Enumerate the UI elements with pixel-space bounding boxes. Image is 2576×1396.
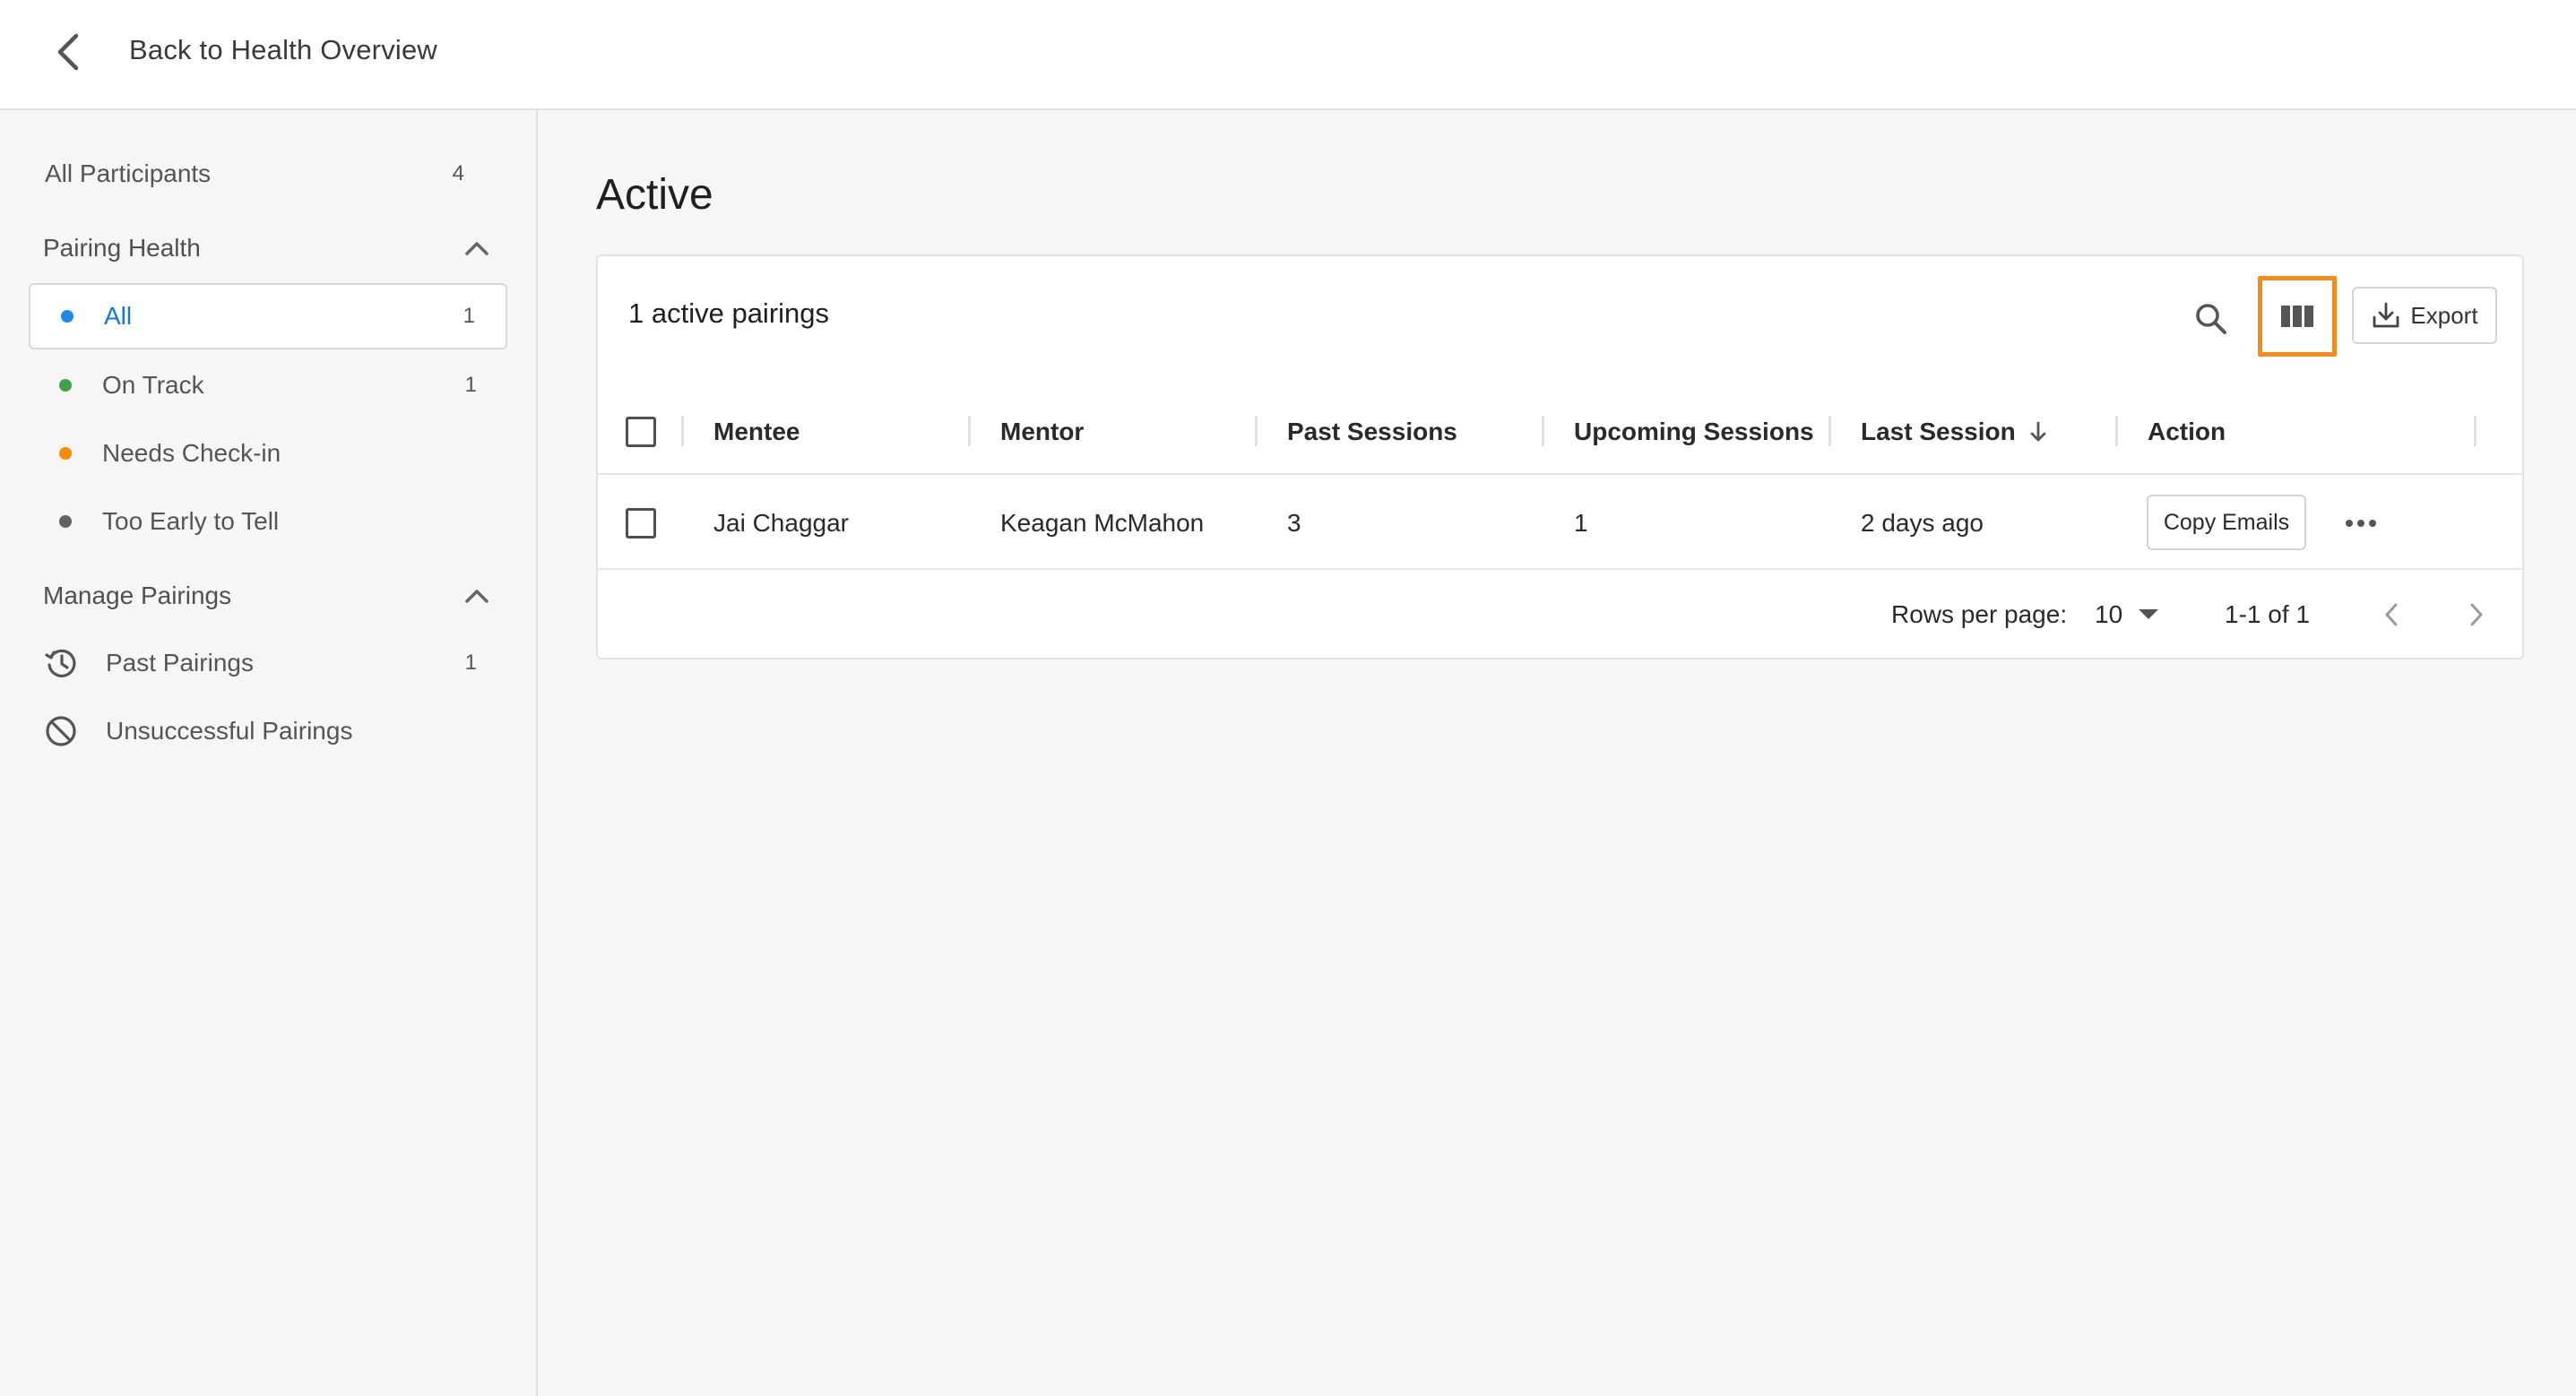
back-link-label[interactable]: Back to Health Overview bbox=[129, 34, 437, 66]
caret-down-icon bbox=[2139, 609, 2159, 619]
card-title: 1 active pairings bbox=[628, 297, 830, 329]
cell-upcoming-sessions: 1 bbox=[1574, 509, 1588, 537]
sidebar-item-label: All bbox=[104, 302, 133, 330]
column-divider bbox=[1828, 416, 1831, 446]
chevron-left-icon bbox=[2385, 603, 2398, 626]
pairings-table-card: 1 active pairings Export Mentee Mentor P… bbox=[596, 254, 2524, 659]
status-dot bbox=[61, 310, 73, 323]
column-divider bbox=[968, 416, 971, 446]
columns-button[interactable] bbox=[2258, 276, 2337, 357]
table-header: Mentee Mentor Past Sessions Upcoming Ses… bbox=[598, 389, 2522, 475]
column-divider bbox=[2474, 416, 2477, 446]
status-dot bbox=[59, 379, 72, 392]
chevron-left-icon bbox=[57, 33, 79, 71]
sidebar-item-past-pairings[interactable]: Past Pairings 1 bbox=[29, 630, 507, 696]
chevron-right-icon bbox=[2470, 603, 2483, 626]
section-title: Manage Pairings bbox=[43, 582, 232, 609]
row-checkbox[interactable] bbox=[626, 508, 656, 539]
copy-emails-button[interactable]: Copy Emails bbox=[2147, 495, 2306, 550]
column-header-mentee[interactable]: Mentee bbox=[713, 389, 800, 475]
column-header-past-sessions[interactable]: Past Sessions bbox=[1287, 389, 1457, 475]
sidebar-item-all-participants[interactable]: All Participants 4 bbox=[16, 141, 495, 207]
status-dot bbox=[59, 447, 72, 460]
rows-per-page-select[interactable]: 10 bbox=[2095, 590, 2166, 640]
chevron-up-icon[interactable] bbox=[459, 578, 495, 614]
cell-last-session: 2 days ago bbox=[1861, 509, 1984, 537]
sidebar-item-label: On Track bbox=[102, 371, 204, 399]
sidebar-item-label: Too Early to Tell bbox=[102, 507, 280, 535]
section-title: Pairing Health bbox=[43, 234, 201, 262]
table-pagination: Rows per page: 10 1-1 of 1 bbox=[598, 572, 2522, 658]
cell-mentor: Keagan McMahon bbox=[1000, 509, 1205, 537]
column-header-last-session[interactable]: Last Session bbox=[1861, 389, 2052, 475]
arrow-down-icon bbox=[2030, 421, 2046, 442]
export-label: Export bbox=[2410, 301, 2478, 329]
sidebar-item-label: Needs Check-in bbox=[102, 439, 281, 467]
column-divider bbox=[681, 416, 684, 446]
column-header-mentor[interactable]: Mentor bbox=[1000, 389, 1084, 475]
top-bar: Back to Health Overview bbox=[0, 0, 2576, 110]
sidebar-item-label: Past Pairings bbox=[106, 649, 254, 676]
more-actions-button[interactable] bbox=[2338, 504, 2383, 543]
block-icon bbox=[43, 713, 79, 749]
sidebar-item-count: 1 bbox=[462, 304, 475, 328]
rows-per-page-value: 10 bbox=[2095, 600, 2123, 628]
column-header-label: Last Session bbox=[1861, 418, 2016, 445]
search-button[interactable] bbox=[2184, 292, 2238, 346]
download-icon bbox=[2373, 302, 2399, 328]
column-header-action: Action bbox=[2148, 418, 2226, 445]
sidebar-item-needs-check-in[interactable]: Needs Check-in bbox=[29, 420, 507, 487]
column-divider bbox=[1542, 416, 1544, 446]
column-divider bbox=[1255, 416, 1258, 446]
sidebar-item-count: 1 bbox=[464, 651, 477, 675]
chevron-up-icon[interactable] bbox=[459, 230, 495, 266]
sidebar-item-label: All Participants bbox=[45, 159, 212, 187]
column-divider bbox=[2115, 416, 2118, 446]
select-all-checkbox[interactable] bbox=[626, 417, 656, 447]
status-dot bbox=[59, 515, 72, 528]
history-icon bbox=[43, 645, 79, 681]
manage-pairings-section-header[interactable]: Manage Pairings bbox=[43, 569, 495, 623]
sidebar-item-too-early-to-tell[interactable]: Too Early to Tell bbox=[29, 488, 507, 555]
pairing-health-section-header[interactable]: Pairing Health bbox=[43, 221, 495, 275]
export-button[interactable]: Export bbox=[2352, 287, 2497, 344]
more-horiz-icon bbox=[2346, 520, 2376, 527]
pagination-range: 1-1 of 1 bbox=[2225, 600, 2310, 628]
sidebar-item-all[interactable]: All 1 bbox=[29, 283, 507, 349]
search-icon bbox=[2196, 304, 2226, 334]
cell-mentee: Jai Chaggar bbox=[713, 509, 849, 537]
sidebar: All Participants 4 Pairing Health All 1 … bbox=[0, 110, 538, 1396]
next-page-button[interactable] bbox=[2455, 593, 2498, 636]
column-header-upcoming-sessions[interactable]: Upcoming Sessions bbox=[1574, 389, 1814, 475]
view-columns-icon bbox=[2281, 306, 2313, 327]
page-title: Active bbox=[596, 171, 713, 219]
cell-past-sessions: 3 bbox=[1287, 509, 1301, 537]
sidebar-item-count: 4 bbox=[452, 161, 464, 185]
rows-per-page-label: Rows per page: bbox=[1891, 600, 2068, 628]
back-button[interactable] bbox=[43, 23, 93, 81]
previous-page-button[interactable] bbox=[2370, 593, 2413, 636]
sidebar-item-label: Unsuccessful Pairings bbox=[106, 717, 353, 745]
table-row[interactable]: Jai Chaggar Keagan McMahon 3 1 2 days ag… bbox=[598, 477, 2522, 570]
sidebar-item-unsuccessful-pairings[interactable]: Unsuccessful Pairings bbox=[29, 698, 507, 764]
sidebar-item-count: 1 bbox=[464, 373, 477, 397]
sidebar-item-on-track[interactable]: On Track 1 bbox=[29, 352, 507, 418]
